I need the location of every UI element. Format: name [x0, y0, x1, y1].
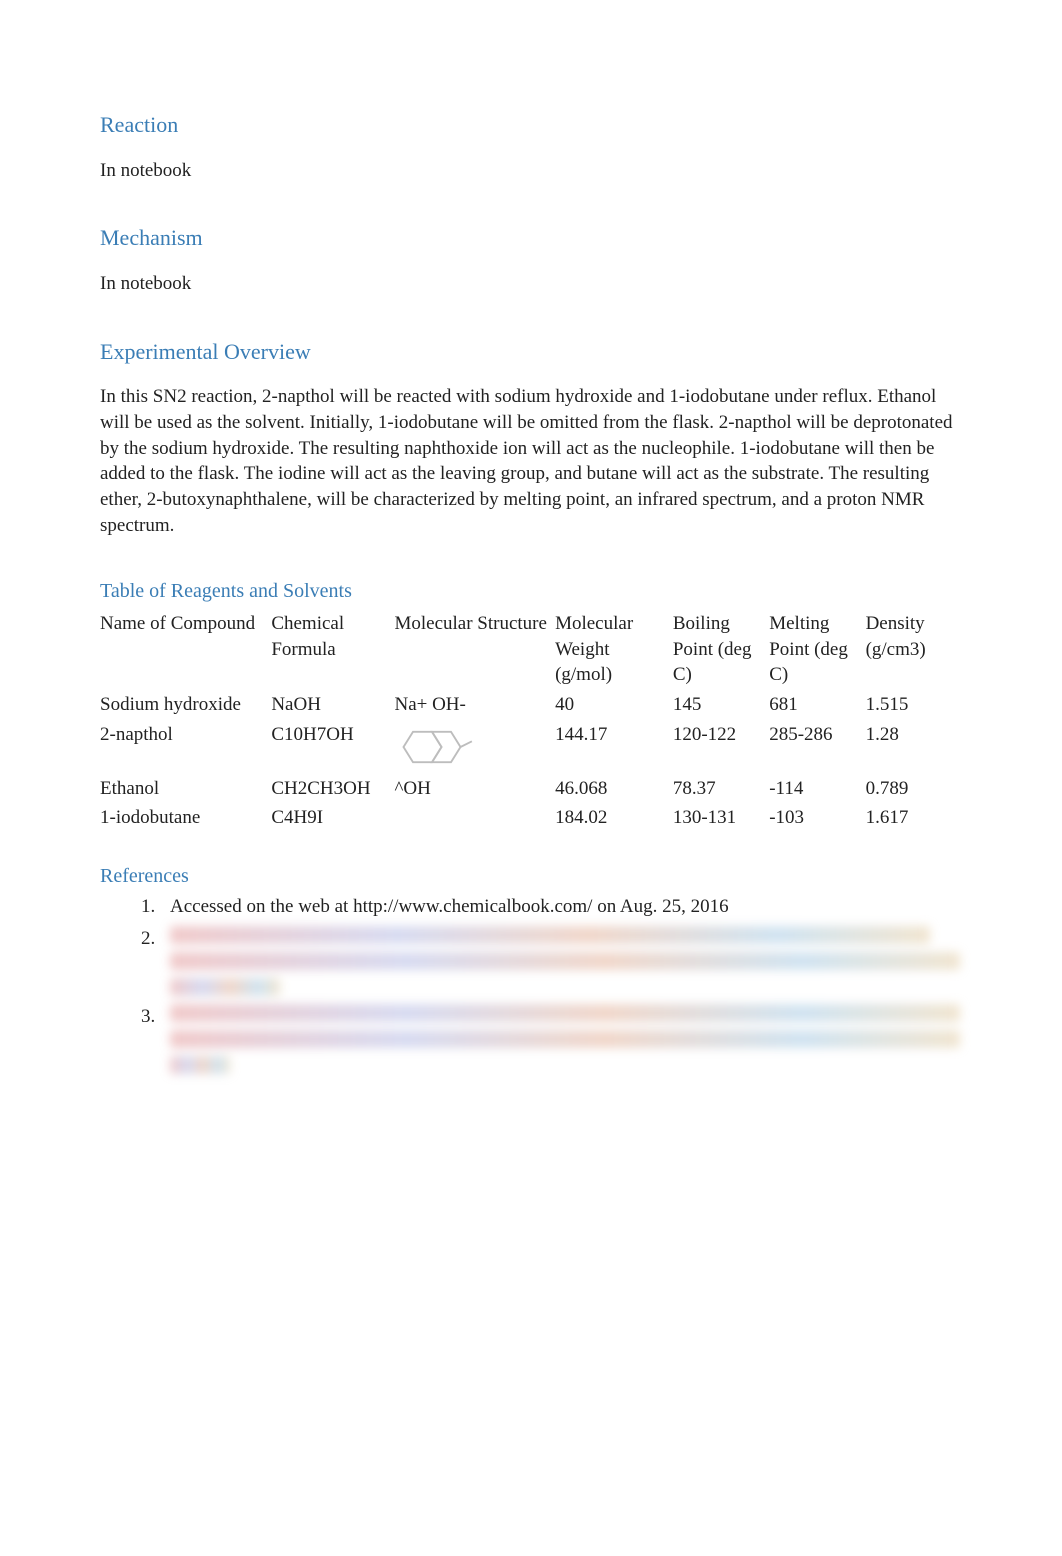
- cell-mp: -114: [769, 774, 865, 804]
- heading-overview: Experimental Overview: [100, 337, 962, 367]
- cell-formula: CH2CH3OH: [271, 774, 394, 804]
- cell-name: 1-iodobutane: [100, 803, 271, 833]
- cell-mw: 40: [555, 690, 673, 720]
- cell-name: 2-napthol: [100, 720, 271, 774]
- page: Reaction In notebook Mechanism In notebo…: [0, 0, 1062, 1556]
- cell-density: 1.617: [866, 803, 962, 833]
- naphthol-structure-icon: [394, 722, 489, 772]
- th-mp: Melting Point (deg C): [769, 609, 865, 690]
- cell-mp: 285-286: [769, 720, 865, 774]
- heading-table: Table of Reagents and Solvents: [100, 578, 962, 605]
- references-list: Accessed on the web at http://www.chemic…: [100, 894, 962, 1074]
- th-mw: Molecular Weight (g/mol): [555, 609, 673, 690]
- cell-name: Ethanol: [100, 774, 271, 804]
- cell-name: Sodium hydroxide: [100, 690, 271, 720]
- cell-formula: C4H9I: [271, 803, 394, 833]
- cell-mw: 46.068: [555, 774, 673, 804]
- obscured-text-icon: [170, 1004, 962, 1074]
- reference-item-obscured: [160, 1004, 962, 1074]
- reagents-table: Name of Compound Chemical Formula Molecu…: [100, 609, 962, 833]
- cell-bp: 130-131: [673, 803, 769, 833]
- heading-mechanism: Mechanism: [100, 223, 962, 253]
- reaction-body: In notebook: [100, 158, 962, 184]
- cell-mw: 184.02: [555, 803, 673, 833]
- cell-density: 1.28: [866, 720, 962, 774]
- reference-item-obscured: [160, 926, 962, 996]
- references-section: References Accessed on the web at http:/…: [100, 863, 962, 1074]
- table-row: Ethanol CH2CH3OH ^OH 46.068 78.37 -114 0…: [100, 774, 962, 804]
- th-bp: Boiling Point (deg C): [673, 609, 769, 690]
- cell-formula: C10H7OH: [271, 720, 394, 774]
- cell-mw: 144.17: [555, 720, 673, 774]
- obscured-text-icon: [170, 926, 962, 996]
- cell-structure: Na+ OH-: [394, 690, 555, 720]
- table-row: 1-iodobutane C4H9I 184.02 130-131 -103 1…: [100, 803, 962, 833]
- cell-bp: 78.37: [673, 774, 769, 804]
- cell-bp: 145: [673, 690, 769, 720]
- mechanism-body: In notebook: [100, 271, 962, 297]
- th-formula: Chemical Formula: [271, 609, 394, 690]
- cell-structure: [394, 720, 555, 774]
- reference-item: Accessed on the web at http://www.chemic…: [160, 894, 962, 920]
- th-name: Name of Compound: [100, 609, 271, 690]
- cell-density: 0.789: [866, 774, 962, 804]
- cell-structure: [394, 803, 555, 833]
- heading-reaction: Reaction: [100, 110, 962, 140]
- cell-mp: 681: [769, 690, 865, 720]
- cell-mp: -103: [769, 803, 865, 833]
- th-density: Density (g/cm3): [866, 609, 962, 690]
- overview-body: In this SN2 reaction, 2-napthol will be …: [100, 384, 962, 538]
- table-row: Sodium hydroxide NaOH Na+ OH- 40 145 681…: [100, 690, 962, 720]
- cell-bp: 120-122: [673, 720, 769, 774]
- cell-density: 1.515: [866, 690, 962, 720]
- table-header-row: Name of Compound Chemical Formula Molecu…: [100, 609, 962, 690]
- cell-structure: ^OH: [394, 774, 555, 804]
- heading-references: References: [100, 863, 962, 890]
- th-structure: Molecular Structure: [394, 609, 555, 690]
- cell-formula: NaOH: [271, 690, 394, 720]
- table-row: 2-napthol C10H7OH 144.17 120-122 285-286…: [100, 720, 962, 774]
